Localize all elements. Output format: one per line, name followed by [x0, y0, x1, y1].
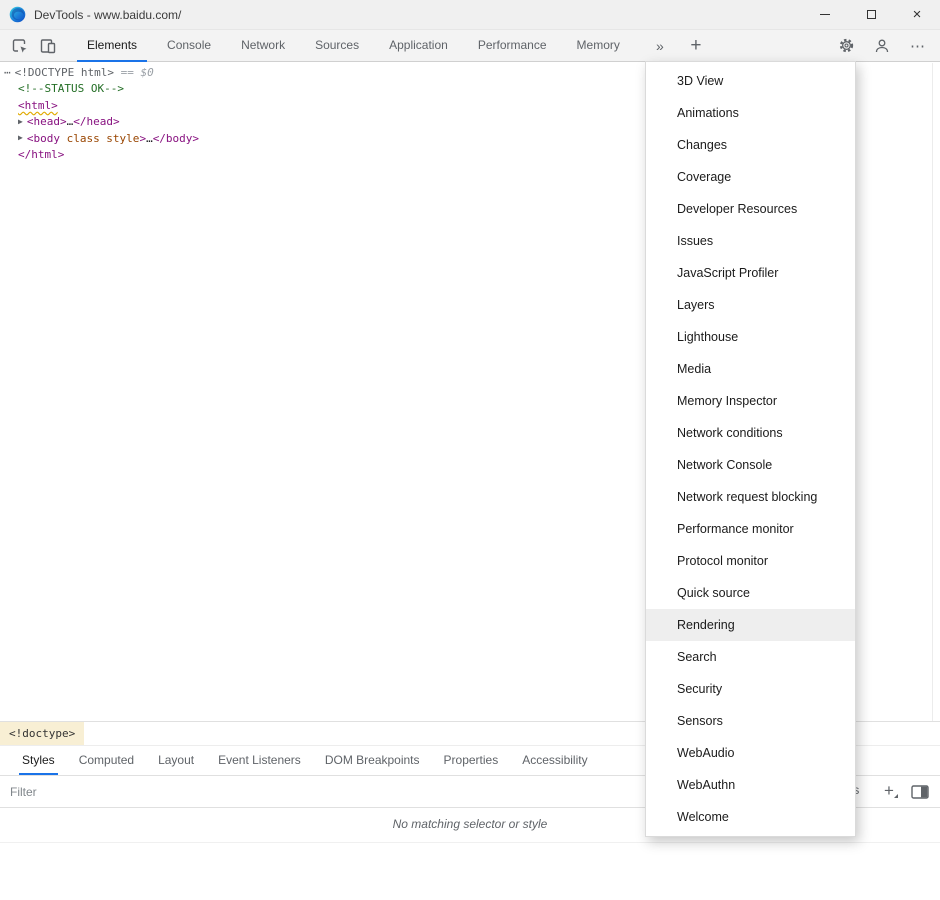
window-controls: ×	[802, 0, 940, 29]
styles-tab-dom-breakpoints[interactable]: DOM Breakpoints	[322, 746, 423, 775]
devtools-window: DevTools - www.baidu.com/ × Elements Cons…	[0, 0, 940, 900]
dom-node-segment: == $0	[114, 66, 154, 79]
more-tools-plus-icon[interactable]: +	[681, 32, 711, 60]
more-tools-menu: 3D ViewAnimationsChangesCoverageDevelope…	[645, 61, 856, 837]
dom-node-segment: …	[146, 132, 153, 145]
dom-node-segment: <body	[27, 132, 60, 145]
new-style-rule-icon[interactable]: +	[884, 781, 894, 801]
menu-item-sensors[interactable]: Sensors	[646, 705, 855, 737]
minimize-button[interactable]	[802, 0, 848, 29]
settings-gear-icon[interactable]	[832, 32, 860, 60]
menu-item-rendering[interactable]: Rendering	[646, 609, 855, 641]
tab-sources[interactable]: Sources	[305, 30, 369, 62]
menu-item-webaudio[interactable]: WebAudio	[646, 737, 855, 769]
maximize-icon	[867, 10, 876, 19]
tab-application[interactable]: Application	[379, 30, 458, 62]
more-tabs-chevron-icon[interactable]: »	[649, 32, 671, 60]
menu-item-issues[interactable]: Issues	[646, 225, 855, 257]
menu-item-layers[interactable]: Layers	[646, 289, 855, 321]
device-toolbar-icon[interactable]	[34, 32, 62, 60]
inspect-element-icon[interactable]	[6, 32, 34, 60]
dom-node-segment: ▶	[18, 133, 23, 142]
devtools-toolbar: Elements Console Network Sources Application…	[0, 30, 940, 62]
minimize-icon	[820, 14, 830, 15]
edge-logo-icon	[9, 6, 26, 23]
styles-tab-properties[interactable]: Properties	[441, 746, 502, 775]
dom-node-segment: <html>	[18, 99, 58, 112]
dom-node-segment: </body>	[153, 132, 199, 145]
panel-tabs: Elements Console Network Sources Application…	[72, 30, 635, 62]
menu-item-welcome[interactable]: Welcome	[646, 801, 855, 833]
menu-item-performance-monitor[interactable]: Performance monitor	[646, 513, 855, 545]
menu-item-developer-resources[interactable]: Developer Resources	[646, 193, 855, 225]
styles-tab-event-listeners[interactable]: Event Listeners	[215, 746, 304, 775]
sidebar-toggle-icon[interactable]	[911, 784, 929, 805]
menu-item-javascript-profiler[interactable]: JavaScript Profiler	[646, 257, 855, 289]
menu-item-animations[interactable]: Animations	[646, 97, 855, 129]
titlebar: DevTools - www.baidu.com/ ×	[0, 0, 940, 30]
menu-item-network-request-blocking[interactable]: Network request blocking	[646, 481, 855, 513]
menu-item-lighthouse[interactable]: Lighthouse	[646, 321, 855, 353]
window-title: DevTools - www.baidu.com/	[34, 8, 181, 22]
close-button[interactable]: ×	[894, 0, 940, 29]
tab-memory[interactable]: Memory	[567, 30, 630, 62]
dom-node-segment: ⋯	[4, 66, 10, 79]
maximize-button[interactable]	[848, 0, 894, 29]
tab-console[interactable]: Console	[157, 30, 221, 62]
dom-node-segment: <!--STATUS OK-->	[18, 82, 124, 95]
menu-item-3d-view[interactable]: 3D View	[646, 65, 855, 97]
menu-item-network-console[interactable]: Network Console	[646, 449, 855, 481]
breadcrumb-item[interactable]: <!doctype>	[0, 722, 84, 745]
styles-tab-layout[interactable]: Layout	[155, 746, 197, 775]
menu-item-memory-inspector[interactable]: Memory Inspector	[646, 385, 855, 417]
styles-filter-input[interactable]: Filter	[10, 785, 37, 799]
menu-item-media[interactable]: Media	[646, 353, 855, 385]
feedback-icon[interactable]	[868, 32, 896, 60]
dom-node-segment: <!DOCTYPE html>	[15, 66, 114, 79]
menu-item-network-conditions[interactable]: Network conditions	[646, 417, 855, 449]
menu-item-search[interactable]: Search	[646, 641, 855, 673]
tab-elements[interactable]: Elements	[77, 30, 147, 62]
menu-item-quick-source[interactable]: Quick source	[646, 577, 855, 609]
dom-node-segment: class style	[60, 132, 139, 145]
more-menu-dots-icon[interactable]: ⋯	[904, 32, 932, 60]
menu-item-coverage[interactable]: Coverage	[646, 161, 855, 193]
menu-item-changes[interactable]: Changes	[646, 129, 855, 161]
dom-node-segment: <head>	[27, 115, 67, 128]
dom-node-segment: </html>	[18, 148, 64, 161]
tab-performance[interactable]: Performance	[468, 30, 557, 62]
elements-scrollbar[interactable]	[932, 63, 933, 721]
styles-tab-computed[interactable]: Computed	[76, 746, 137, 775]
toolbar-right-icons: ⋯	[832, 32, 940, 60]
styles-tab-accessibility[interactable]: Accessibility	[519, 746, 590, 775]
menu-item-webauthn[interactable]: WebAuthn	[646, 769, 855, 801]
dom-node-segment: </head>	[73, 115, 119, 128]
styles-tab-styles[interactable]: Styles	[19, 746, 58, 775]
menu-item-protocol-monitor[interactable]: Protocol monitor	[646, 545, 855, 577]
menu-item-security[interactable]: Security	[646, 673, 855, 705]
dom-node-segment: ▶	[18, 117, 23, 126]
tab-network[interactable]: Network	[231, 30, 295, 62]
close-icon: ×	[913, 7, 922, 22]
